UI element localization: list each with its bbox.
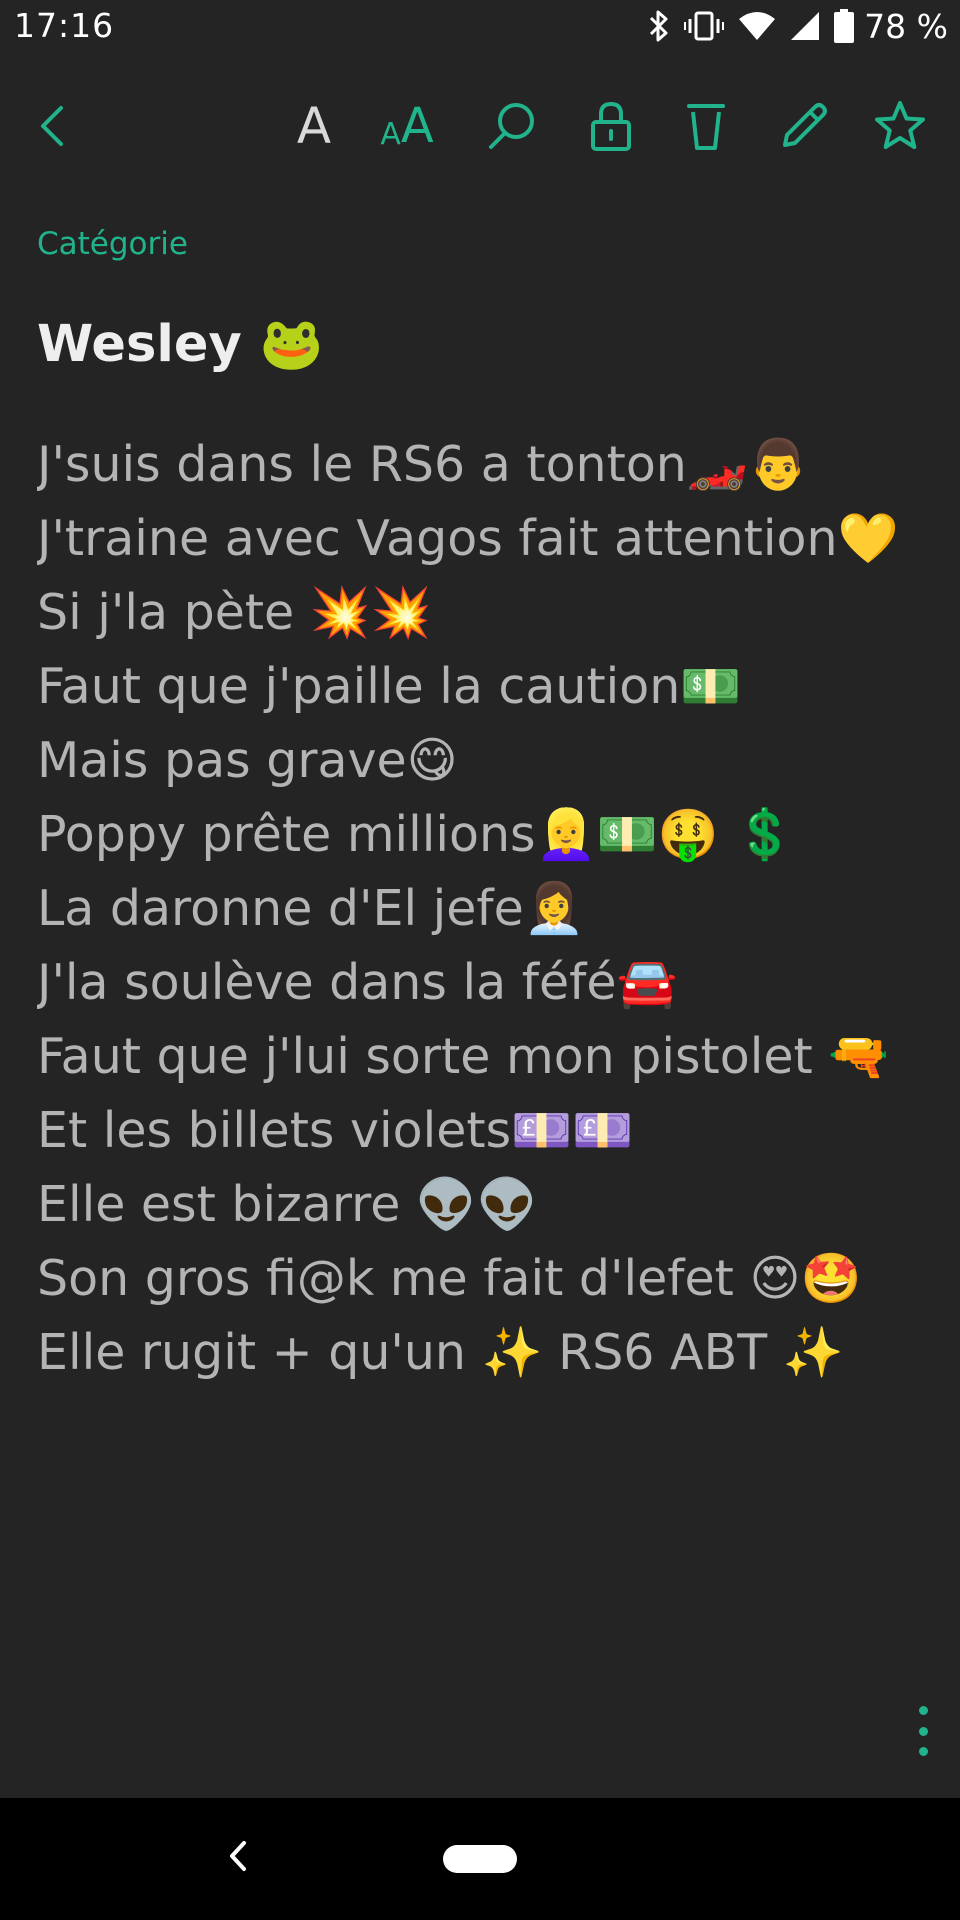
battery-icon [834, 9, 855, 43]
note-title[interactable]: Wesley 🐸 [37, 315, 323, 374]
more-dot-icon [918, 1726, 928, 1736]
edit-icon [777, 99, 831, 153]
nav-back-button[interactable] [218, 1828, 258, 1888]
bluetooth-icon [648, 9, 670, 43]
more-options-button[interactable] [908, 1706, 938, 1756]
status-icons: 78 % [648, 6, 948, 46]
back-button[interactable] [16, 90, 88, 162]
edit-button[interactable] [768, 90, 840, 162]
note-screen: 17:16 78 % A A A Catégorie Wesley 🐸 J'su… [0, 0, 960, 1920]
note-line: J'la soulève dans la féfé🚘 [37, 954, 678, 1011]
trash-icon [687, 100, 725, 152]
lock-button[interactable] [575, 90, 647, 162]
note-line: Si j'la pète 💥💥 [37, 584, 432, 641]
status-bar: 17:16 78 % [0, 0, 960, 54]
more-dot-icon [918, 1747, 928, 1756]
note-line: Faut que j'paille la caution💵 [37, 658, 742, 715]
font-size-big-glyph: A [400, 98, 434, 154]
delete-button[interactable] [670, 90, 742, 162]
search-icon [486, 100, 538, 152]
system-nav-bar [0, 1798, 960, 1920]
note-line: Poppy prête millions👱‍♀️💵🤑 💲 [37, 806, 796, 863]
note-line: J'suis dans le RS6 a tonton🏎️👨 [37, 436, 809, 493]
note-line: La daronne d'El jefe👩‍💼 [37, 880, 585, 937]
note-line: Mais pas grave😋 [37, 732, 458, 789]
wifi-icon [738, 11, 776, 41]
search-button[interactable] [476, 90, 548, 162]
note-line: Elle est bizarre 👽👽 [37, 1176, 538, 1233]
note-line: J'traine avec Vagos fait attention💛 [37, 510, 899, 567]
font-size-small-glyph: A [380, 117, 401, 152]
note-line: Et les billets violets💷💷 [37, 1102, 634, 1159]
note-body[interactable]: J'suis dans le RS6 a tonton🏎️👨 J'traine … [37, 428, 937, 1390]
note-line: Elle rugit + qu'un ✨ RS6 ABT ✨ [37, 1324, 844, 1381]
signal-icon [790, 11, 820, 41]
nav-back-icon [227, 1839, 249, 1877]
font-size-icon: A [296, 97, 332, 155]
battery-percentage: 78 % [864, 6, 948, 46]
star-icon [873, 99, 927, 153]
lock-icon [590, 100, 632, 152]
more-dot-icon [918, 1706, 928, 1715]
font-size-large-button[interactable]: AA [371, 90, 443, 162]
home-pill[interactable] [443, 1845, 517, 1873]
font-size-button[interactable]: A [278, 90, 350, 162]
back-icon [37, 104, 67, 148]
favorite-button[interactable] [864, 90, 936, 162]
note-line: Faut que j'lui sorte mon pistolet 🔫 [37, 1028, 890, 1085]
note-line: Son gros fi@k me fait d'lefet 😍🤩 [37, 1250, 862, 1307]
note-toolbar: A AA [0, 90, 960, 162]
vibrate-icon [684, 10, 725, 42]
status-time: 17:16 [14, 6, 115, 45]
note-category[interactable]: Catégorie [37, 226, 188, 262]
font-size-large-icon: AA [380, 102, 433, 150]
